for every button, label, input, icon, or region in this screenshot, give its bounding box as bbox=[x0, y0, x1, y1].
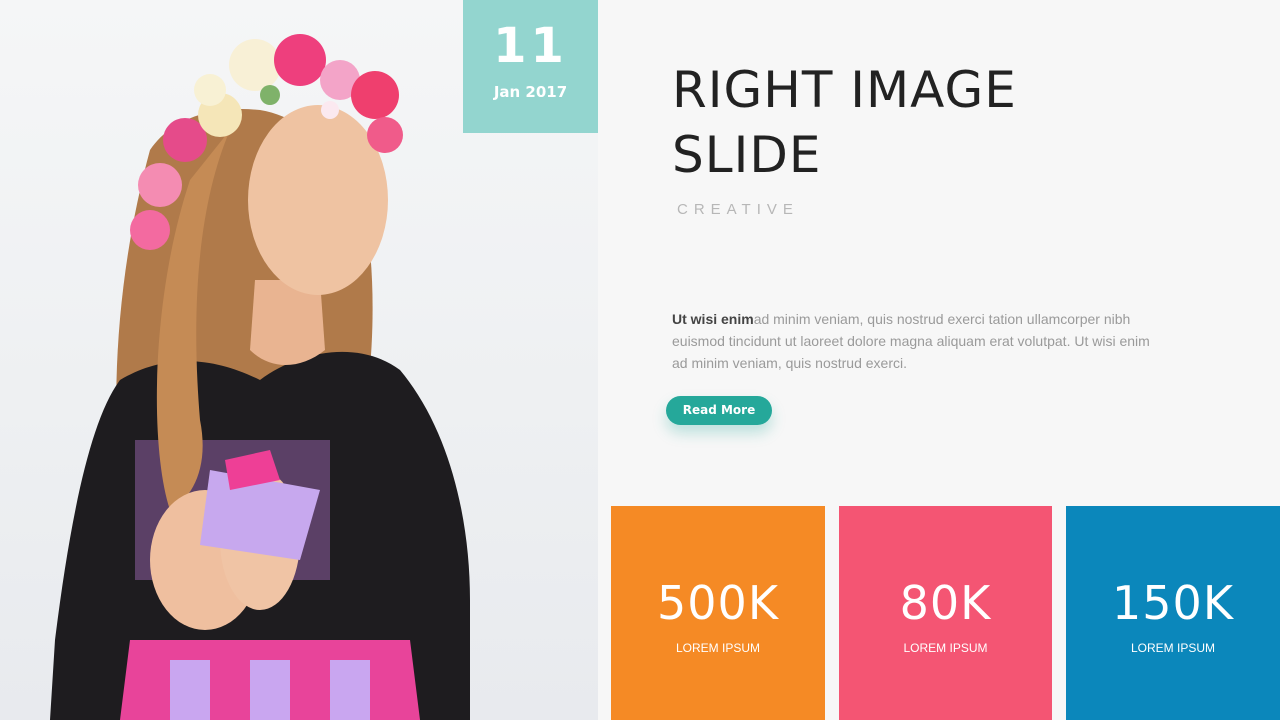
read-more-button[interactable]: Read More bbox=[666, 396, 772, 425]
stat-label: LOREM IPSUM bbox=[903, 641, 988, 655]
stat-label: LOREM IPSUM bbox=[675, 641, 760, 655]
stat-box-3: 150K LOREM IPSUM bbox=[1066, 506, 1280, 720]
title-line-1: RIGHT IMAGE bbox=[672, 61, 1017, 119]
body-paragraph: Ut wisi enimad minim veniam, quis nostru… bbox=[672, 308, 1162, 374]
stat-value: 80K bbox=[899, 576, 992, 630]
date-badge: 11 Jan 2017 bbox=[463, 0, 598, 133]
date-month-year: Jan 2017 bbox=[493, 83, 568, 101]
date-day: 11 bbox=[493, 18, 568, 74]
stat-value: 150K bbox=[1112, 576, 1234, 630]
stat-value: 500K bbox=[657, 576, 779, 630]
title-line-2: SLIDE bbox=[672, 126, 822, 184]
slide: 11 Jan 2017 RIGHT IMAGE SLIDE CREATIVE U… bbox=[0, 0, 1280, 720]
body-lead: Ut wisi enim bbox=[672, 311, 754, 327]
stat-label: LOREM IPSUM bbox=[1130, 641, 1215, 655]
stat-box-2: 80K LOREM IPSUM bbox=[839, 506, 1052, 720]
slide-subtitle: CREATIVE bbox=[677, 201, 799, 218]
stat-box-1: 500K LOREM IPSUM bbox=[611, 506, 825, 720]
slide-title: RIGHT IMAGE SLIDE bbox=[672, 58, 1132, 188]
